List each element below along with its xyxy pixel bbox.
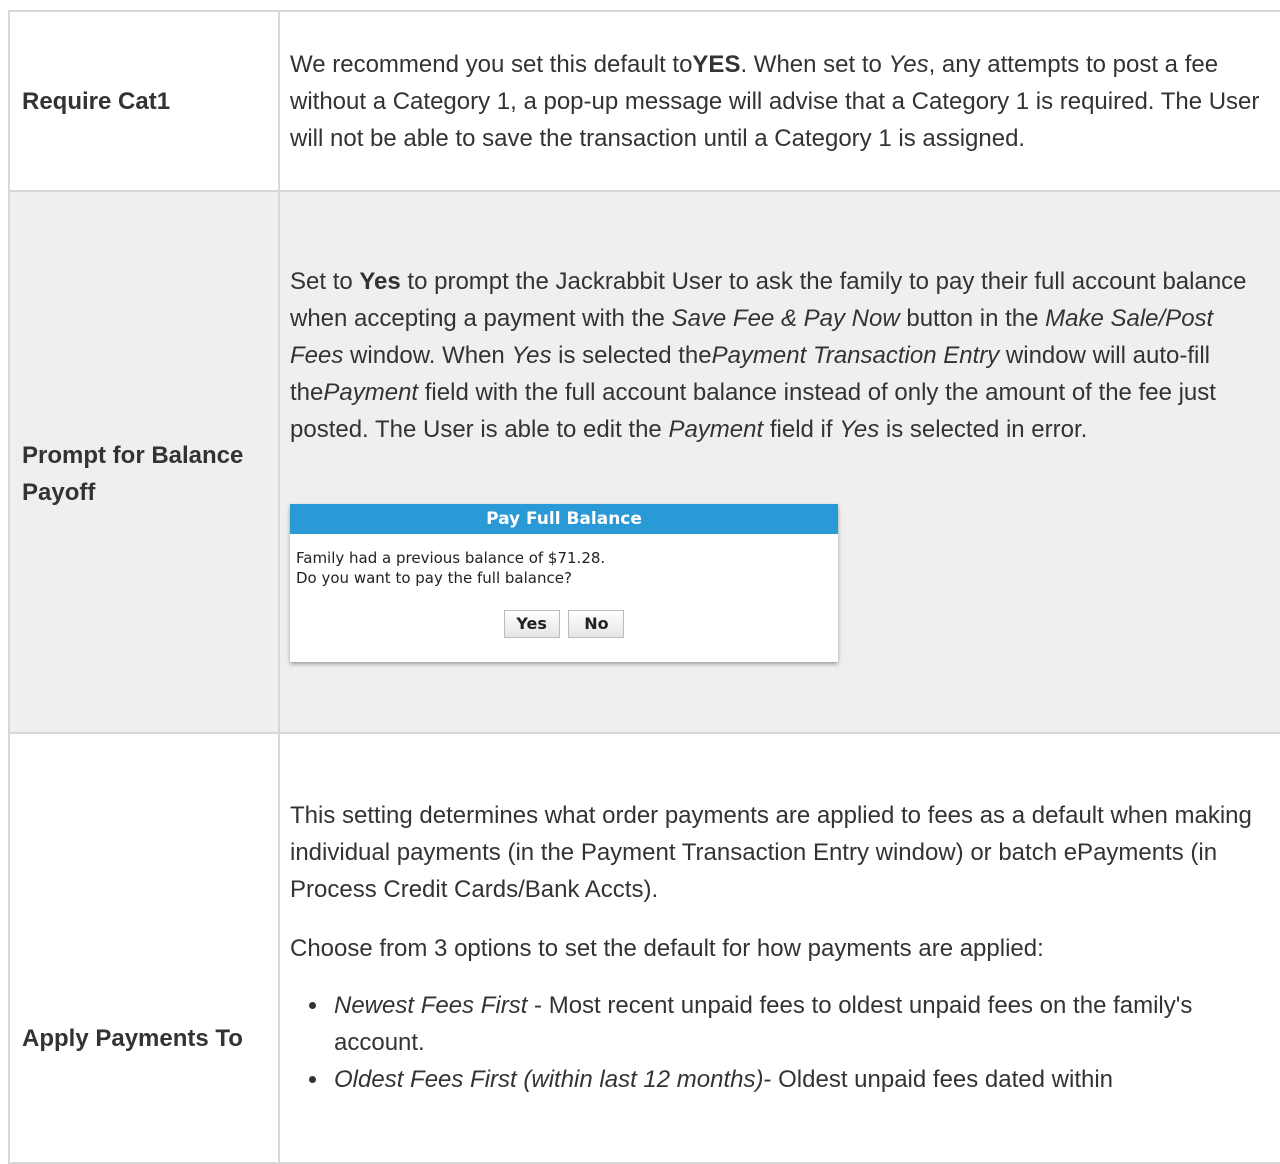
options-list: Newest Fees First - Most recent unpaid f… [290, 987, 1266, 1098]
dialog-buttons: Yes No [296, 609, 832, 638]
setting-name: Apply Payments To [8, 732, 280, 1164]
yes-button[interactable]: Yes [503, 609, 560, 638]
settings-table: Require Cat1 We recommend you set this d… [8, 10, 1280, 1164]
list-item: Newest Fees First - Most recent unpaid f… [330, 987, 1266, 1061]
dialog-body: Family had a previous balance of $71.28.… [290, 534, 838, 662]
dialog-message-line: Do you want to pay the full balance? [296, 568, 572, 587]
dialog-message-line: Family had a previous balance of $71.28. [296, 548, 606, 567]
table-row: Prompt for Balance Payoff Set to Yes to … [8, 190, 1280, 734]
description-text: This setting determines what order payme… [290, 802, 1252, 903]
setting-description: Set to Yes to prompt the Jackrabbit User… [278, 190, 1280, 734]
setting-description: We recommend you set this default toYES.… [278, 10, 1280, 192]
table-row: Require Cat1 We recommend you set this d… [8, 10, 1280, 192]
pay-full-balance-dialog: Pay Full Balance Family had a previous b… [290, 503, 838, 662]
list-item: Oldest Fees First (within last 12 months… [330, 1061, 1266, 1098]
setting-description: This setting determines what order payme… [278, 732, 1280, 1164]
description-text: Set to Yes to prompt the Jackrabbit User… [290, 267, 1247, 443]
no-button[interactable]: No [568, 609, 625, 638]
dialog-title: Pay Full Balance [290, 503, 838, 534]
description-text: Choose from 3 options to set the default… [290, 935, 1044, 962]
setting-name: Prompt for Balance Payoff [8, 190, 280, 734]
table-row: Apply Payments To This setting determine… [8, 732, 1280, 1164]
setting-name: Require Cat1 [8, 10, 280, 192]
description-text: We recommend you set this default toYES.… [290, 50, 1260, 152]
